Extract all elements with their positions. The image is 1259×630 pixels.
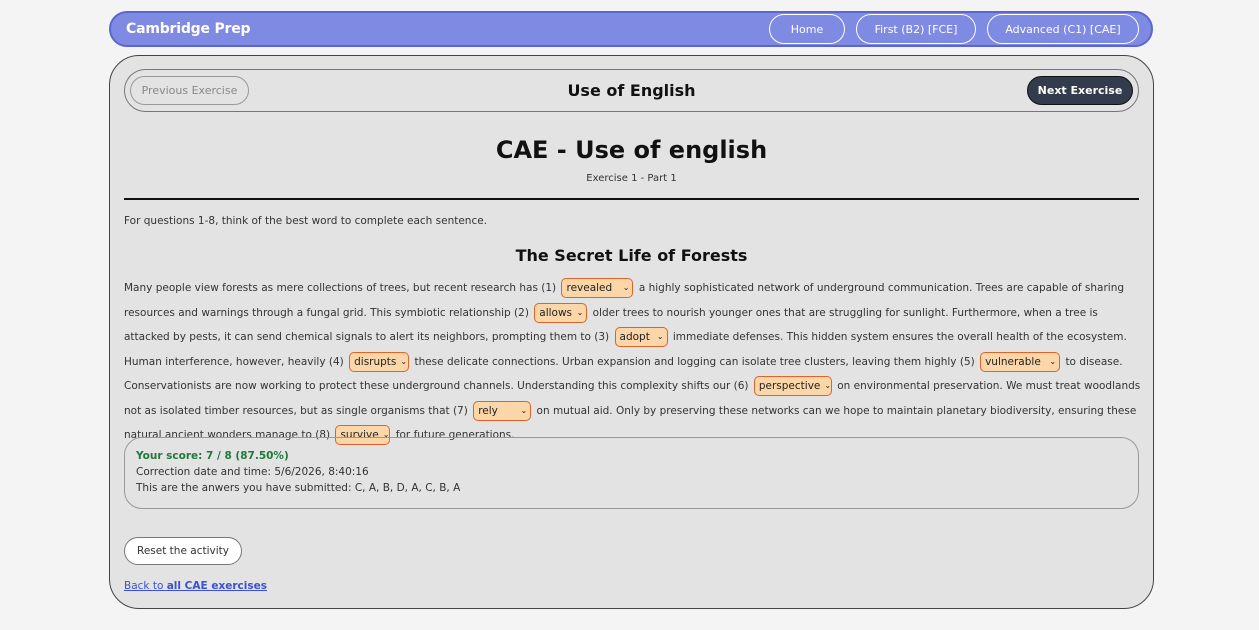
gap-select-1[interactable]: revealed ⌄ xyxy=(561,278,634,298)
passage-segment: Many people view forests as mere collect… xyxy=(124,282,557,294)
back-to-cae-exercises-link[interactable]: Back to all CAE exercises xyxy=(124,580,267,592)
text-title: The Secret Life of Forests xyxy=(515,246,748,265)
chevron-down-icon: ⌄ xyxy=(824,381,832,390)
page-subtitle: Exercise 1 - Part 1 xyxy=(586,173,677,184)
nav-links: Home First (B2) [FCE] Advanced (C1) [CAE… xyxy=(769,14,1139,44)
section-title: Use of English xyxy=(567,81,696,100)
reset-activity-button[interactable]: Reset the activity xyxy=(124,537,242,565)
passage-segment: these delicate connections. Urban expans… xyxy=(414,355,975,368)
gap-select-2[interactable]: allows ⌄ xyxy=(534,302,588,323)
divider xyxy=(124,198,1139,200)
top-navbar: Cambridge Prep Home First (B2) [FCE] Adv… xyxy=(109,11,1153,47)
chevron-down-icon: ⌄ xyxy=(400,356,408,366)
link-bold-text: all CAE exercises xyxy=(166,580,267,592)
gap-value: revealed xyxy=(566,282,613,294)
brand-logo[interactable]: Cambridge Prep xyxy=(126,21,251,37)
submitted-answers: This are the anwers you have submitted: … xyxy=(136,482,461,494)
nav-first-fce-button[interactable]: First (B2) [FCE] xyxy=(856,14,976,44)
correction-datetime: Correction date and time: 5/6/2026, 8:40… xyxy=(136,466,369,478)
gap-select-4[interactable]: disrupts ⌄ xyxy=(349,351,410,372)
chevron-down-icon: ⌄ xyxy=(1049,356,1057,366)
nav-advanced-cae-button[interactable]: Advanced (C1) [CAE] xyxy=(987,14,1139,44)
next-exercise-button[interactable]: Next Exercise xyxy=(1027,76,1133,105)
gap-value: allows xyxy=(539,306,573,319)
result-box: Your score: 7 / 8 (87.50%) Correction da… xyxy=(124,437,1139,509)
passage-text: Many people view forests as mere collect… xyxy=(124,276,1144,448)
score-text: Your score: 7 / 8 (87.50%) xyxy=(136,450,289,462)
nav-home-button[interactable]: Home xyxy=(769,14,845,44)
chevron-down-icon: ⌄ xyxy=(576,307,584,317)
link-prefix: Back to xyxy=(124,580,167,592)
exercise-card: Previous Exercise Use of English Next Ex… xyxy=(109,55,1154,609)
instructions-text: For questions 1-8, think of the best wor… xyxy=(124,215,488,227)
gap-value: vulnerable xyxy=(985,355,1041,368)
gap-value: rely xyxy=(478,404,498,417)
chevron-down-icon: ⌄ xyxy=(656,332,664,341)
gap-select-7[interactable]: rely ⌄ xyxy=(473,400,532,421)
chevron-down-icon: ⌄ xyxy=(520,405,528,415)
gap-select-3[interactable]: adopt ⌄ xyxy=(614,327,668,347)
gap-value: perspective xyxy=(758,380,821,392)
gap-select-5[interactable]: vulnerable ⌄ xyxy=(980,351,1061,372)
gap-value: disrupts xyxy=(354,355,397,368)
chevron-down-icon: ⌄ xyxy=(622,283,630,292)
exercise-nav-bar: Previous Exercise Use of English Next Ex… xyxy=(124,69,1139,112)
previous-exercise-button[interactable]: Previous Exercise xyxy=(130,76,249,105)
page-title: CAE - Use of english xyxy=(495,136,768,164)
gap-select-6[interactable]: perspective ⌄ xyxy=(753,376,832,396)
gap-value: adopt xyxy=(619,331,650,343)
